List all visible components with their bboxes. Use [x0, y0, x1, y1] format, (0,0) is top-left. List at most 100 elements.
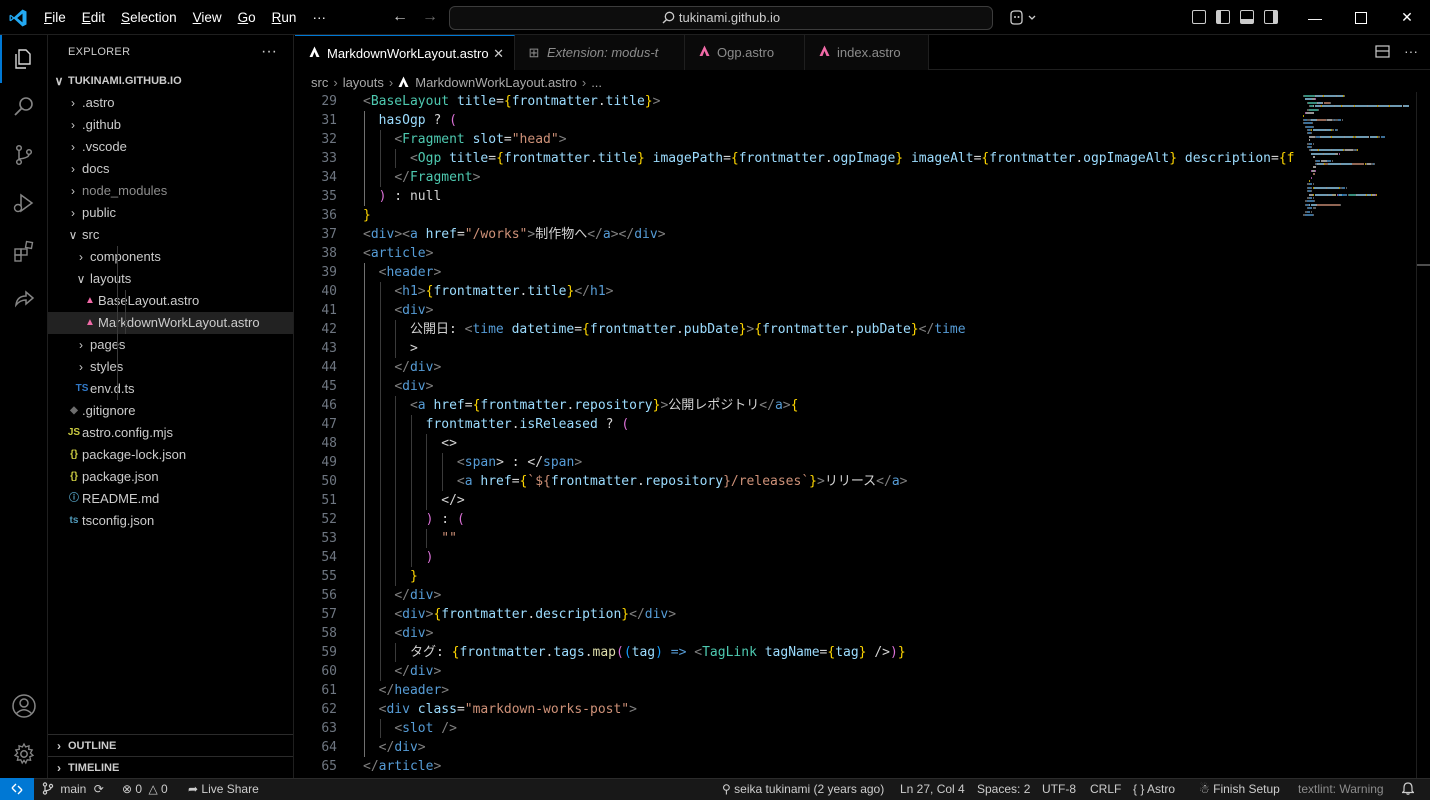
close-tab-icon[interactable]: ✕: [493, 36, 504, 71]
code-token: =: [496, 94, 504, 109]
command-center-search[interactable]: tukinami.github.io: [449, 6, 993, 30]
scrollbar-thumb[interactable]: [1417, 264, 1430, 266]
code-token: div: [394, 740, 418, 755]
menu-go[interactable]: Go: [230, 0, 264, 35]
line-numbers: 29 31 32 33 34 35 36 37 38 39 40 41 42 43 44 45 46 47 48 49…: [295, 92, 337, 776]
settings-gear-icon[interactable]: [0, 730, 48, 778]
code-line: タグ: {frontmatter.tags.map((tag) => <TagL…: [363, 643, 1294, 662]
branch-indicator[interactable]: main ⟳: [42, 779, 104, 800]
menu-file[interactable]: File: [36, 0, 74, 35]
encoding[interactable]: UTF-8: [1042, 779, 1076, 800]
tree-folder[interactable]: ∨ layouts: [48, 268, 293, 290]
minimap[interactable]: [1299, 92, 1413, 778]
code-token: tag: [631, 645, 656, 660]
line-number: 33: [321, 151, 337, 166]
run-debug-icon[interactable]: [0, 179, 48, 227]
code-token: }: [809, 474, 817, 489]
code-token: }: [910, 322, 919, 337]
tab-markdownworklayout[interactable]: MarkdownWorkLayout.astro ✕: [295, 35, 515, 70]
toggle-panel-icon[interactable]: [1240, 10, 1254, 24]
breadcrumb-item[interactable]: MarkdownWorkLayout.astro: [415, 75, 577, 90]
toggle-secondary-sidebar-icon[interactable]: [1264, 10, 1278, 24]
menu-run[interactable]: Run: [264, 0, 305, 35]
remote-indicator-icon[interactable]: [0, 778, 34, 800]
notifications-bell-icon[interactable]: [1401, 779, 1415, 800]
tree-folder[interactable]: › pages: [48, 334, 293, 356]
textlint-status[interactable]: textlint: Warning: [1298, 779, 1384, 800]
source-control-icon[interactable]: [0, 131, 48, 179]
code-token: =: [456, 702, 465, 717]
tree-folder[interactable]: › .astro: [48, 92, 293, 114]
tree-file[interactable]: ◆ .gitignore: [48, 400, 293, 422]
menu-selection[interactable]: Selection: [113, 0, 185, 35]
indentation[interactable]: Spaces: 2: [977, 779, 1030, 800]
tree-file[interactable]: ts tsconfig.json: [48, 510, 293, 532]
code-token: </: [876, 474, 892, 489]
tree-file[interactable]: ▲ BaseLayout.astro: [48, 290, 293, 312]
toggle-primary-sidebar-icon[interactable]: [1216, 10, 1230, 24]
tree-file[interactable]: {} package.json: [48, 466, 293, 488]
language-mode[interactable]: { } Astro: [1133, 779, 1175, 800]
git-blame[interactable]: ⚲ seika tukinami (2 years ago): [722, 779, 884, 800]
breadcrumb-item[interactable]: layouts: [343, 75, 384, 90]
live-share-activity-icon[interactable]: [0, 275, 48, 323]
editor-more-icon[interactable]: ···: [1404, 44, 1418, 59]
maximize-icon[interactable]: [1338, 0, 1384, 35]
tree-folder[interactable]: › docs: [48, 158, 293, 180]
code-editor[interactable]: 29 31 32 33 34 35 36 37 38 39 40 41 42 43 44 45 46 47 48 49…: [295, 92, 1297, 778]
customize-layout-icon[interactable]: [1192, 10, 1206, 24]
menu-more-button[interactable]: ···: [304, 0, 334, 35]
tree-folder[interactable]: › components: [48, 246, 293, 268]
tree-folder[interactable]: › .github: [48, 114, 293, 136]
code-token: }: [636, 151, 645, 166]
code-token: {: [503, 94, 512, 109]
cursor-position[interactable]: Ln 27, Col 4: [900, 779, 965, 800]
finish-setup-button[interactable]: ☃ Finish Setup: [1199, 779, 1280, 800]
problems-indicator[interactable]: ⊗ 0 △ 0: [122, 779, 168, 800]
minimap-mark: [1315, 169, 1317, 172]
search-activity-icon[interactable]: [0, 83, 48, 131]
tab-index[interactable]: index.astro: [805, 35, 929, 70]
explorer-more-button[interactable]: ···: [261, 35, 277, 68]
menu-edit[interactable]: Edit: [74, 0, 113, 35]
minimap-mark: [1311, 190, 1313, 193]
explorer-icon[interactable]: [0, 35, 48, 83]
breadcrumb-item[interactable]: ...: [591, 75, 602, 90]
code-token: .: [675, 322, 684, 337]
workspace-root-folder[interactable]: ∨ TUKINAMI.GITHUB.IO: [48, 70, 293, 92]
timeline-section[interactable]: › TIMELINE: [48, 756, 293, 779]
tree-folder[interactable]: ∨ src: [48, 224, 293, 246]
tab-extension-preview[interactable]: ⊞ Extension: modus-t: [515, 35, 685, 70]
tree-file[interactable]: {} package-lock.json: [48, 444, 293, 466]
code-token: =: [511, 474, 520, 489]
minimap-mark: [1309, 139, 1311, 142]
minimize-icon[interactable]: —: [1292, 0, 1338, 35]
copilot-icon[interactable]: [1008, 9, 1036, 27]
extensions-icon[interactable]: [0, 227, 48, 275]
code-line: <a href={`${frontmatter.repository}/rele…: [363, 472, 1294, 491]
tree-item-label: MarkdownWorkLayout.astro: [98, 315, 260, 330]
tab-ogp[interactable]: Ogp.astro: [685, 35, 805, 70]
menu-view[interactable]: View: [185, 0, 230, 35]
tree-file[interactable]: JS astro.config.mjs: [48, 422, 293, 444]
split-editor-icon[interactable]: [1375, 44, 1390, 59]
breadcrumb-item[interactable]: src: [311, 75, 328, 90]
back-arrow-icon[interactable]: ←: [392, 8, 408, 26]
accounts-icon[interactable]: [0, 682, 48, 730]
editor-scrollbar[interactable]: [1416, 92, 1430, 778]
tree-folder[interactable]: › .vscode: [48, 136, 293, 158]
tree-folder[interactable]: › public: [48, 202, 293, 224]
code-token: title: [597, 151, 637, 166]
tree-file[interactable]: ⓘ README.md: [48, 488, 293, 510]
forward-arrow-icon[interactable]: →: [422, 8, 438, 26]
outline-section[interactable]: › OUTLINE: [48, 734, 293, 757]
live-share-button[interactable]: ➦ Live Share: [188, 779, 259, 800]
tree-folder[interactable]: › styles: [48, 356, 293, 378]
tree-folder[interactable]: › node_modules: [48, 180, 293, 202]
code-token: frontmatter: [989, 151, 1076, 166]
close-window-icon[interactable]: ✕: [1384, 0, 1430, 35]
chevron-right-icon: ›: [388, 75, 394, 90]
tree-file[interactable]: TS env.d.ts: [48, 378, 293, 400]
tree-file[interactable]: ▲ MarkdownWorkLayout.astro: [48, 312, 293, 334]
end-of-line[interactable]: CRLF: [1090, 779, 1121, 800]
